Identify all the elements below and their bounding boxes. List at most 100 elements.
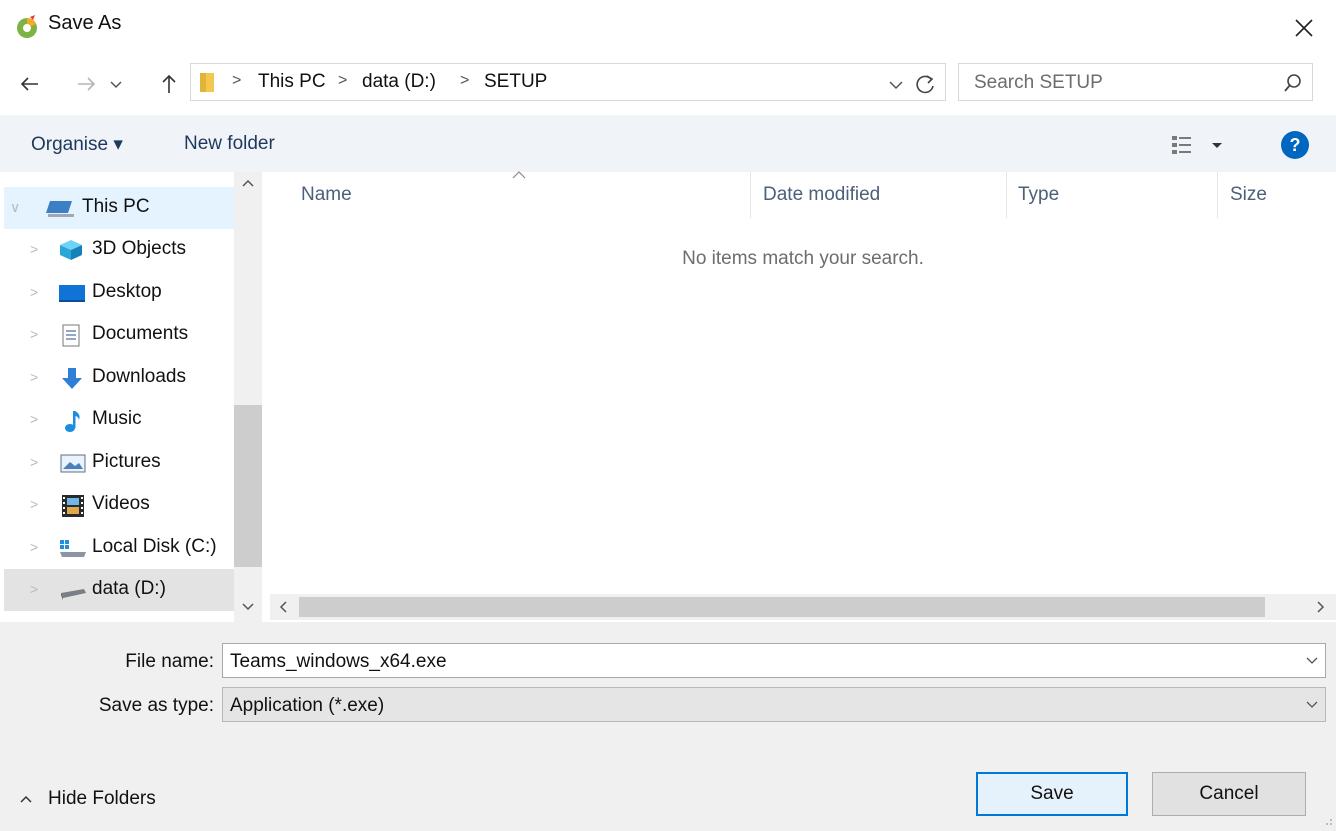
- empty-list-message: No items match your search.: [682, 248, 924, 269]
- column-header-name[interactable]: Name: [301, 184, 352, 206]
- nav-item-label: Desktop: [92, 281, 162, 302]
- desktop-icon: [58, 282, 85, 304]
- chevron-right-icon[interactable]: >: [30, 496, 38, 512]
- scroll-left-icon[interactable]: [276, 599, 290, 615]
- file-name-label: File name:: [125, 651, 214, 672]
- save-as-type-value[interactable]: Application (*.exe): [230, 695, 384, 717]
- refresh-icon: [916, 75, 934, 94]
- title-bar: [0, 0, 1336, 56]
- nav-item-music[interactable]: > Music: [4, 399, 234, 441]
- window-title: Save As: [48, 12, 122, 34]
- address-history-button[interactable]: [884, 70, 908, 98]
- app-icon: [14, 14, 40, 40]
- nav-item-videos[interactable]: > Videos: [4, 484, 234, 526]
- chevron-right-icon[interactable]: >: [30, 411, 38, 427]
- nav-item-downloads[interactable]: > Downloads: [4, 357, 234, 399]
- forward-arrow-icon: [78, 77, 96, 91]
- close-icon: [1295, 19, 1313, 37]
- picture-icon: [60, 452, 86, 474]
- nav-item-label: 3D Objects: [92, 238, 186, 259]
- up-button[interactable]: [155, 70, 183, 98]
- horizontal-scroll-thumb[interactable]: [299, 597, 1265, 617]
- chevron-right-icon[interactable]: >: [30, 581, 38, 597]
- sort-ascending-icon: [510, 168, 528, 182]
- music-note-icon: [62, 409, 88, 432]
- chevron-right-icon[interactable]: >: [30, 284, 38, 300]
- cancel-button[interactable]: Cancel: [1152, 772, 1306, 816]
- nav-item-label: Downloads: [92, 366, 186, 387]
- up-arrow-icon: [162, 74, 176, 93]
- forward-button[interactable]: [72, 70, 100, 98]
- chevron-down-icon[interactable]: [1305, 699, 1319, 711]
- nav-item-label: Pictures: [92, 451, 161, 472]
- windows-drive-icon: [58, 537, 86, 559]
- chevron-right-icon[interactable]: >: [30, 369, 38, 385]
- breadcrumb-data-d[interactable]: data (D:): [362, 71, 436, 93]
- svg-text:?: ?: [1290, 135, 1301, 155]
- nav-item-local-disk-c[interactable]: > Local Disk (C:): [4, 527, 234, 569]
- nav-item-documents[interactable]: > Documents: [4, 314, 234, 356]
- save-button[interactable]: Save: [976, 772, 1128, 816]
- file-name-value[interactable]: Teams_windows_x64.exe: [230, 651, 447, 673]
- nav-item-desktop[interactable]: > Desktop: [4, 272, 234, 314]
- cube-icon: [58, 239, 84, 261]
- nav-item-this-pc[interactable]: ∨ This PC: [4, 187, 234, 229]
- help-button[interactable]: ?: [1280, 130, 1310, 160]
- new-folder-button[interactable]: New folder: [184, 133, 275, 155]
- nav-item-label: Local Disk (C:): [92, 536, 217, 557]
- drive-icon: [58, 579, 86, 601]
- chevron-right-icon[interactable]: >: [30, 326, 38, 342]
- refresh-button[interactable]: [912, 70, 938, 98]
- nav-item-pictures[interactable]: > Pictures: [4, 442, 234, 484]
- recent-locations-button[interactable]: [105, 70, 127, 98]
- help-icon: ?: [1281, 131, 1309, 159]
- breadcrumb-separator: >: [232, 72, 242, 89]
- column-divider[interactable]: [1217, 172, 1218, 218]
- hide-folders-button[interactable]: Hide Folders: [48, 788, 156, 810]
- chevron-down-icon[interactable]: [1305, 655, 1319, 667]
- back-button[interactable]: [16, 70, 44, 98]
- view-options-button[interactable]: [1172, 134, 1234, 156]
- breadcrumb-setup[interactable]: SETUP: [484, 71, 547, 93]
- document-icon: [60, 324, 86, 347]
- search-placeholder: Search SETUP: [974, 72, 1103, 93]
- chevron-down-icon: [889, 81, 903, 90]
- breadcrumb-this-pc[interactable]: This PC: [258, 71, 326, 93]
- chevron-right-icon[interactable]: >: [30, 454, 38, 470]
- breadcrumb-separator: >: [460, 72, 470, 89]
- folder-icon: [198, 70, 218, 94]
- save-as-type-select[interactable]: [222, 687, 1326, 722]
- column-divider[interactable]: [750, 172, 751, 218]
- column-header-size[interactable]: Size: [1230, 184, 1267, 206]
- organise-button[interactable]: Organise ▾: [31, 133, 123, 156]
- nav-item-3d-objects[interactable]: > 3D Objects: [4, 229, 234, 271]
- chevron-down-icon: [110, 81, 122, 89]
- video-icon: [60, 494, 86, 517]
- chevron-down-icon[interactable]: ∨: [10, 199, 20, 216]
- nav-item-label: Videos: [92, 493, 150, 514]
- details-view-icon: [1172, 136, 1222, 154]
- download-arrow-icon: [60, 367, 86, 389]
- scroll-down-icon[interactable]: [240, 600, 256, 614]
- breadcrumb-separator: >: [338, 72, 348, 89]
- scroll-right-icon[interactable]: [1314, 599, 1328, 615]
- nav-pane-scroll-thumb[interactable]: [234, 405, 262, 567]
- computer-icon: [46, 197, 74, 219]
- column-header-date-modified[interactable]: Date modified: [763, 184, 880, 206]
- search-icon: [1282, 72, 1304, 94]
- nav-item-label: Music: [92, 408, 142, 429]
- chevron-right-icon[interactable]: >: [30, 539, 38, 555]
- save-as-type-label: Save as type:: [98, 695, 214, 716]
- chevron-up-icon[interactable]: [18, 792, 34, 806]
- column-header-type[interactable]: Type: [1018, 184, 1059, 206]
- nav-item-data-d[interactable]: > data (D:): [4, 569, 234, 611]
- close-button[interactable]: [1282, 8, 1326, 48]
- chevron-right-icon[interactable]: >: [30, 241, 38, 257]
- nav-item-label: This PC: [82, 196, 150, 217]
- resize-grip-icon[interactable]: [1322, 815, 1334, 827]
- back-arrow-icon: [20, 77, 38, 91]
- nav-item-label: Documents: [92, 323, 189, 344]
- scroll-up-icon[interactable]: [240, 176, 256, 190]
- column-divider[interactable]: [1006, 172, 1007, 218]
- nav-item-label: data (D:): [92, 578, 166, 599]
